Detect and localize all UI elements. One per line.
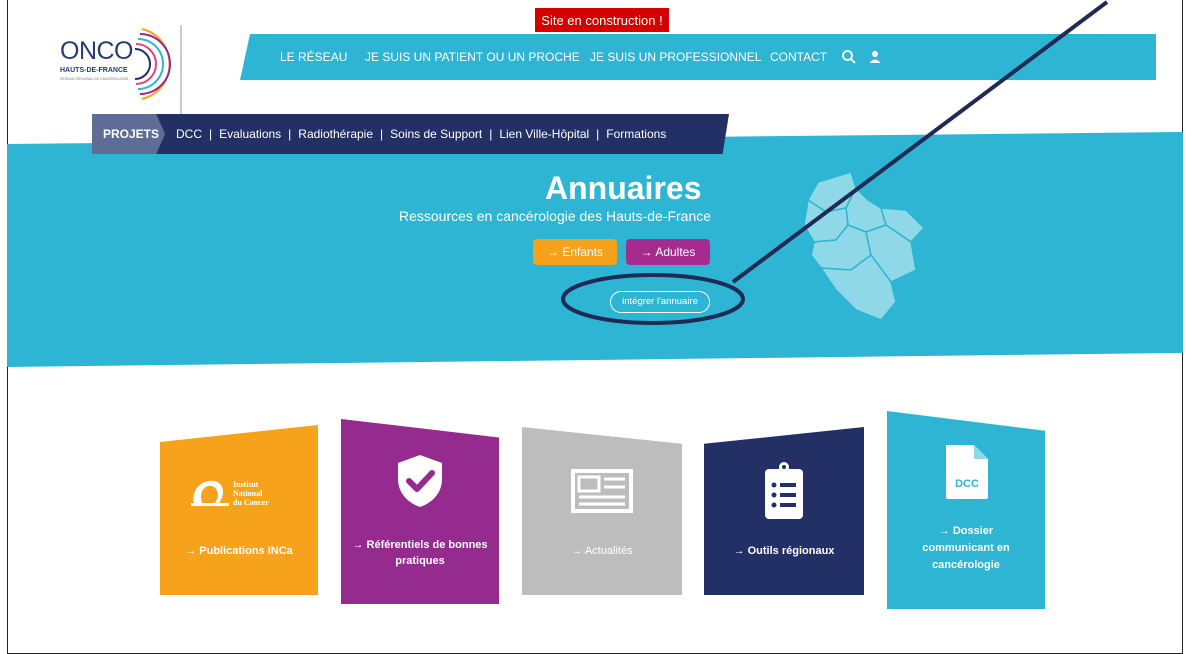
document-icon: DCC <box>946 445 988 499</box>
user-icon[interactable] <box>867 49 883 65</box>
region-map-icon <box>803 171 926 321</box>
card-actualites[interactable]: → Actualités <box>522 427 682 595</box>
card-label: → Outils régionaux <box>733 545 835 557</box>
svg-text:DCC: DCC <box>955 478 979 490</box>
search-icon[interactable] <box>841 49 857 65</box>
nav-le-reseau[interactable]: LE RÉSEAU <box>280 34 347 80</box>
logo-divider <box>180 25 182 117</box>
main-navigation: LE RÉSEAU JE SUIS UN PATIENT OU UN PROCH… <box>240 34 1156 80</box>
svg-text:Institut: Institut <box>233 480 259 489</box>
logo-title: ONCO <box>60 37 134 65</box>
card-publications-inca[interactable]: Institut National du Cancer → Publicatio… <box>160 425 318 595</box>
subnav-radiotherapie[interactable]: Radiothérapie <box>298 127 373 141</box>
nav-patient[interactable]: JE SUIS UN PATIENT OU UN PROCHE <box>365 34 580 80</box>
svg-text:National: National <box>233 489 263 498</box>
subnav-formations[interactable]: Formations <box>606 127 666 141</box>
card-label: → Actualités <box>571 545 633 557</box>
card-dossier-communicant[interactable]: DCC → Dossier communicant en cancérologi… <box>887 411 1045 609</box>
projects-subnav: PROJETS DCC | Evaluations | Radiothérapie | So… <box>92 114 729 154</box>
shield-check-icon <box>398 455 442 507</box>
integrer-annuaire-button[interactable]: intégrer l'annuaire <box>610 291 710 313</box>
subnav-evaluations[interactable]: Evaluations <box>219 127 281 141</box>
subnav-dcc[interactable]: DCC <box>176 127 202 141</box>
logo-subtitle: HAUTS-DE-FRANCE <box>60 67 128 74</box>
inca-logo-icon: Institut National du Cancer <box>191 480 269 507</box>
svg-text:du Cancer: du Cancer <box>233 498 269 507</box>
enfants-button[interactable]: → Enfants <box>533 239 617 265</box>
hero-title: Annuaires <box>545 170 702 206</box>
newspaper-icon <box>571 469 633 513</box>
clipboard-list-icon <box>765 462 803 519</box>
subnav-soins-support[interactable]: Soins de Support <box>390 127 482 141</box>
adultes-button[interactable]: → Adultes <box>626 239 710 265</box>
nav-professionnel[interactable]: JE SUIS UN PROFESSIONNEL <box>590 34 761 80</box>
card-label: → Référentiels de bonnes pratiques <box>352 539 488 567</box>
onco-logo[interactable]: ONCO HAUTS-DE-FRANCE RÉSEAU RÉGIONAL DE … <box>48 15 188 117</box>
logo-tagline: RÉSEAU RÉGIONAL DE CANCÉROLOGIE <box>60 77 129 81</box>
card-label: → Publications INCa <box>185 545 293 557</box>
subnav-projets[interactable]: PROJETS <box>92 114 165 154</box>
card-referentiels[interactable]: → Référentiels de bonnes pratiques <box>341 419 499 604</box>
card-outils-regionaux[interactable]: → Outils régionaux <box>704 427 864 595</box>
hero-subtitle: Ressources en cancérologie des Hauts-de-… <box>398 208 712 224</box>
subnav-lien-ville-hopital[interactable]: Lien Ville-Hôpital <box>499 127 589 141</box>
nav-contact[interactable]: CONTACT <box>770 34 827 80</box>
logo-arcs-icon <box>134 28 171 100</box>
construction-banner: Site en construction ! <box>535 8 669 32</box>
card-label: → Dossier communicant en cancérologie <box>922 525 1010 571</box>
subnav-links: DCC | Evaluations | Radiothérapie | Soins de S… <box>176 127 667 141</box>
